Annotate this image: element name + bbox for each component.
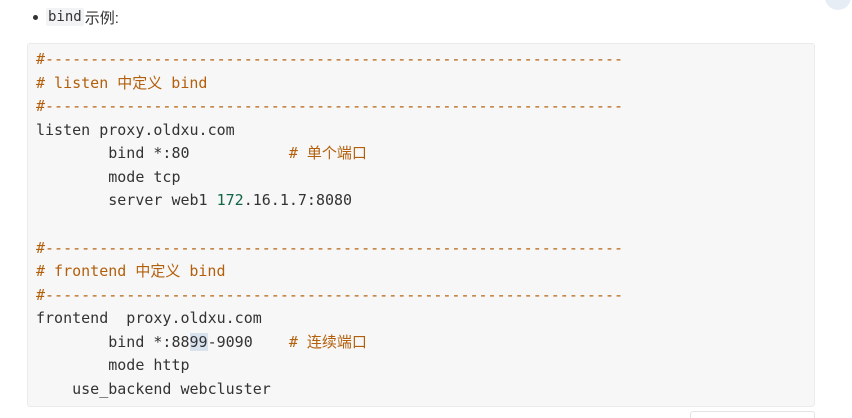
code-number: 172 xyxy=(216,191,244,210)
inline-code: bind xyxy=(46,8,84,26)
code-line: bind *:8899-9090 # 连续端口 xyxy=(36,331,806,355)
bullet-icon xyxy=(33,14,38,20)
document-page: bind 示例: #------------------------------… xyxy=(0,0,852,418)
code-text: bind *:80 xyxy=(36,144,289,163)
code-line: # frontend 中定义 bind xyxy=(36,260,806,284)
comment-divider: #---------------------------------------… xyxy=(36,238,623,257)
code-line: #---------------------------------------… xyxy=(36,237,806,261)
code-line: mode http xyxy=(36,354,806,378)
code-text: listen proxy.oldxu.com xyxy=(36,120,235,139)
section-comment: # frontend 中定义 bind xyxy=(36,262,226,281)
inline-comment: # 单个端口 xyxy=(288,144,367,163)
code-line: #---------------------------------------… xyxy=(36,48,806,72)
code-line: listen proxy.oldxu.com xyxy=(36,119,806,143)
code-text: use_backend webcluster xyxy=(36,379,271,398)
floating-action-button[interactable] xyxy=(825,0,851,10)
code-text: -9090 xyxy=(207,332,289,351)
code-text: .16.1.7:8080 xyxy=(243,191,353,210)
text-selection[interactable]: 99 xyxy=(189,332,208,351)
code-line: #---------------------------------------… xyxy=(36,95,806,119)
code-line: mode tcp xyxy=(36,166,806,190)
code-line: bind *:80 # 单个端口 xyxy=(36,142,806,166)
code-line: frontend proxy.oldxu.com xyxy=(36,307,806,331)
floating-button-clip xyxy=(822,0,852,12)
bullet-text: 示例: xyxy=(84,9,119,27)
bullet-item: bind 示例: xyxy=(33,6,119,28)
code-text: server web1 xyxy=(36,191,217,210)
code-block[interactable]: #---------------------------------------… xyxy=(27,43,815,407)
inline-comment: # 连续端口 xyxy=(288,332,367,351)
code-line: use_backend webcluster xyxy=(36,378,806,402)
code-language-input[interactable] xyxy=(690,411,815,418)
comment-divider: #---------------------------------------… xyxy=(36,285,623,304)
comment-divider: #---------------------------------------… xyxy=(36,50,623,68)
comment-divider: #---------------------------------------… xyxy=(36,97,623,116)
code-line: # listen 中定义 bind xyxy=(36,72,806,96)
code-text: bind *:88 xyxy=(36,332,190,351)
code-text: mode http xyxy=(36,356,190,375)
code-line: server web1 172.16.1.7:8080 xyxy=(36,189,806,213)
code-text: mode tcp xyxy=(36,167,181,186)
code-text: frontend proxy.oldxu.com xyxy=(36,309,262,328)
section-comment: # listen 中定义 bind xyxy=(36,73,208,92)
code-line: #---------------------------------------… xyxy=(36,284,806,308)
